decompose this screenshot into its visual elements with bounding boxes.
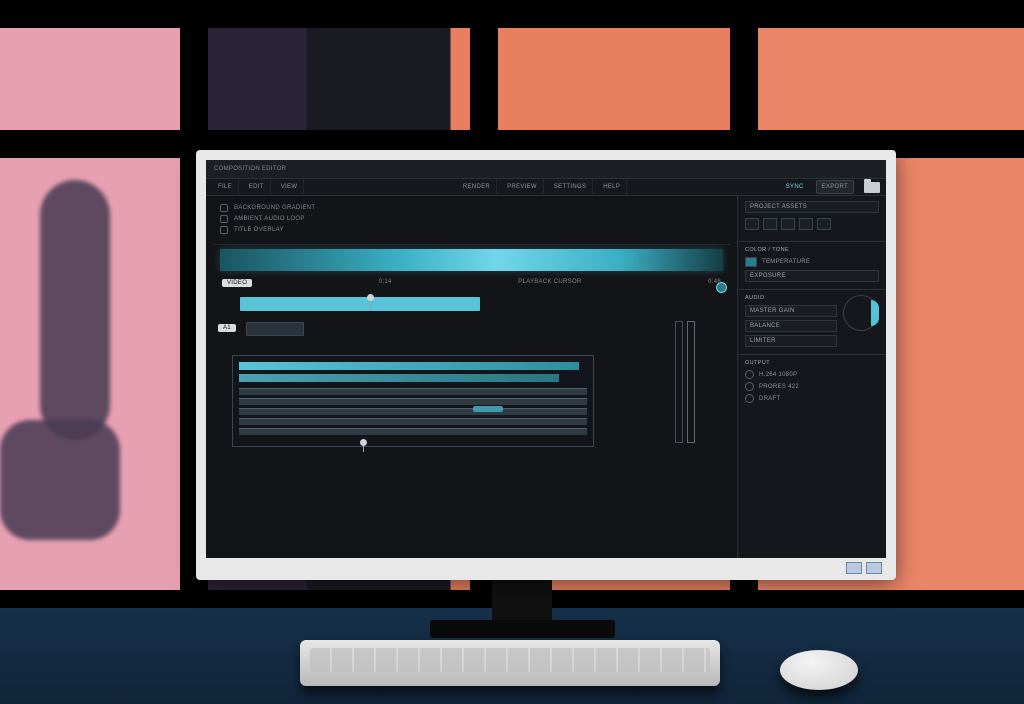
swatch[interactable] — [799, 218, 813, 230]
menu-sync[interactable]: SYNC — [780, 179, 810, 195]
section-title: OUTPUT — [745, 360, 879, 366]
clip-stack[interactable] — [232, 355, 594, 447]
layer-row[interactable]: BACKGROUND GRADIENT — [220, 204, 731, 212]
section-title: COLOR / TONE — [745, 247, 879, 253]
output-option[interactable]: H.264 1080P — [745, 370, 879, 379]
swatch[interactable] — [745, 218, 759, 230]
gain-dial[interactable] — [843, 295, 879, 331]
swatch[interactable] — [781, 218, 795, 230]
app-window: COMPOSITION EDITOR FILE EDIT VIEW RENDER… — [206, 160, 886, 558]
output-option[interactable]: DRAFT — [745, 394, 879, 403]
property-row[interactable]: EXPOSURE — [745, 270, 879, 282]
timeline-clip[interactable] — [239, 418, 587, 425]
swatch[interactable] — [817, 218, 831, 230]
timeline-clip[interactable] — [240, 297, 480, 311]
export-button[interactable]: EXPORT — [816, 180, 854, 194]
menu-view[interactable]: VIEW — [275, 179, 305, 195]
property-label: EXPOSURE — [750, 273, 786, 279]
scene-background: COMPOSITION EDITOR FILE EDIT VIEW RENDER… — [0, 0, 1024, 704]
layer-list: BACKGROUND GRADIENT AMBIENT AUDIO LOOP T… — [212, 202, 731, 240]
track-label-audio: A1 — [218, 324, 236, 332]
menu-preview[interactable]: PREVIEW — [501, 179, 544, 195]
option-label: DRAFT — [759, 396, 781, 402]
playhead[interactable] — [363, 442, 364, 452]
visibility-toggle-icon[interactable] — [220, 215, 228, 223]
range-marker[interactable] — [675, 321, 683, 443]
color-chip-icon — [745, 257, 757, 267]
folder-icon[interactable] — [864, 182, 880, 193]
panel-color: COLOR / TONE TEMPERATURE EXPOSURE — [738, 242, 886, 290]
timecode-start: 0:14 — [379, 279, 392, 287]
search-label: PROJECT ASSETS — [750, 204, 807, 210]
menu-settings[interactable]: SETTINGS — [548, 179, 593, 195]
layer-name: AMBIENT AUDIO LOOP — [234, 216, 305, 222]
property-row[interactable]: TEMPERATURE — [745, 257, 879, 267]
radio-icon — [745, 370, 754, 379]
layer-row[interactable]: AMBIENT AUDIO LOOP — [220, 215, 731, 223]
property-label: TEMPERATURE — [762, 259, 810, 265]
timeline-clip[interactable] — [239, 362, 579, 370]
window-frame — [0, 0, 1024, 28]
shadow — [0, 420, 120, 540]
layer-name: TITLE OVERLAY — [234, 227, 284, 233]
menu-file[interactable]: FILE — [212, 179, 239, 195]
radio-icon — [745, 394, 754, 403]
swatch[interactable] — [763, 218, 777, 230]
monitor: COMPOSITION EDITOR FILE EDIT VIEW RENDER… — [196, 150, 896, 580]
panel-audio: AUDIO MASTER GAIN BALANCE LIMITER — [738, 290, 886, 355]
screen: COMPOSITION EDITOR FILE EDIT VIEW RENDER… — [206, 160, 886, 558]
panel-output: OUTPUT H.264 1080P PRORES 422 — [738, 355, 886, 410]
timeline-clip[interactable] — [239, 428, 587, 435]
playhead-label: PLAYBACK CURSOR — [518, 279, 581, 287]
option-label: PRORES 422 — [759, 384, 799, 390]
playhead[interactable] — [370, 297, 371, 311]
timeline-clip[interactable] — [239, 408, 587, 415]
app-title: COMPOSITION EDITOR — [214, 166, 286, 172]
menu-render[interactable]: RENDER — [457, 179, 497, 195]
radio-icon — [745, 382, 754, 391]
main-panel: BACKGROUND GRADIENT AMBIENT AUDIO LOOP T… — [206, 196, 738, 558]
visibility-toggle-icon[interactable] — [220, 204, 228, 212]
timeline[interactable]: VIDEO 0:14 PLAYBACK CURSOR 0:48 — [212, 244, 731, 552]
monitor-base — [430, 620, 615, 638]
shadow — [40, 180, 110, 440]
titlebar: COMPOSITION EDITOR — [206, 160, 886, 179]
menu-help[interactable]: HELP — [597, 179, 627, 195]
menubar: FILE EDIT VIEW RENDER PREVIEW SETTINGS H… — [206, 179, 886, 196]
timeline-clip[interactable] — [220, 249, 723, 271]
menu-edit[interactable]: EDIT — [243, 179, 271, 195]
range-end-marker[interactable] — [687, 321, 695, 443]
section-title: AUDIO — [745, 295, 837, 301]
output-option[interactable]: PRORES 422 — [745, 382, 879, 391]
timeline-clip[interactable] — [239, 398, 587, 405]
timeline-clip[interactable] — [239, 388, 587, 395]
monitor-badge — [846, 562, 882, 574]
asset-search-input[interactable]: PROJECT ASSETS — [745, 201, 879, 213]
visibility-toggle-icon[interactable] — [220, 226, 228, 234]
timecode-end: 0:48 — [708, 279, 721, 287]
keyboard — [300, 640, 720, 686]
track-label-video: VIDEO — [222, 279, 252, 287]
panel-header: PROJECT ASSETS — [738, 196, 886, 242]
keyframe-marker[interactable] — [473, 406, 503, 412]
layer-name: BACKGROUND GRADIENT — [234, 205, 315, 211]
properties-panel: PROJECT ASSETS COLOR / TONE — [738, 196, 886, 558]
timeline-clip[interactable] — [246, 322, 304, 336]
timeline-clip[interactable] — [239, 374, 559, 382]
property-row[interactable]: BALANCE — [745, 320, 837, 332]
layer-row[interactable]: TITLE OVERLAY — [220, 226, 731, 234]
mouse — [780, 650, 858, 690]
option-label: H.264 1080P — [759, 372, 797, 378]
property-row[interactable]: MASTER GAIN — [745, 305, 837, 317]
property-row[interactable]: LIMITER — [745, 335, 837, 347]
